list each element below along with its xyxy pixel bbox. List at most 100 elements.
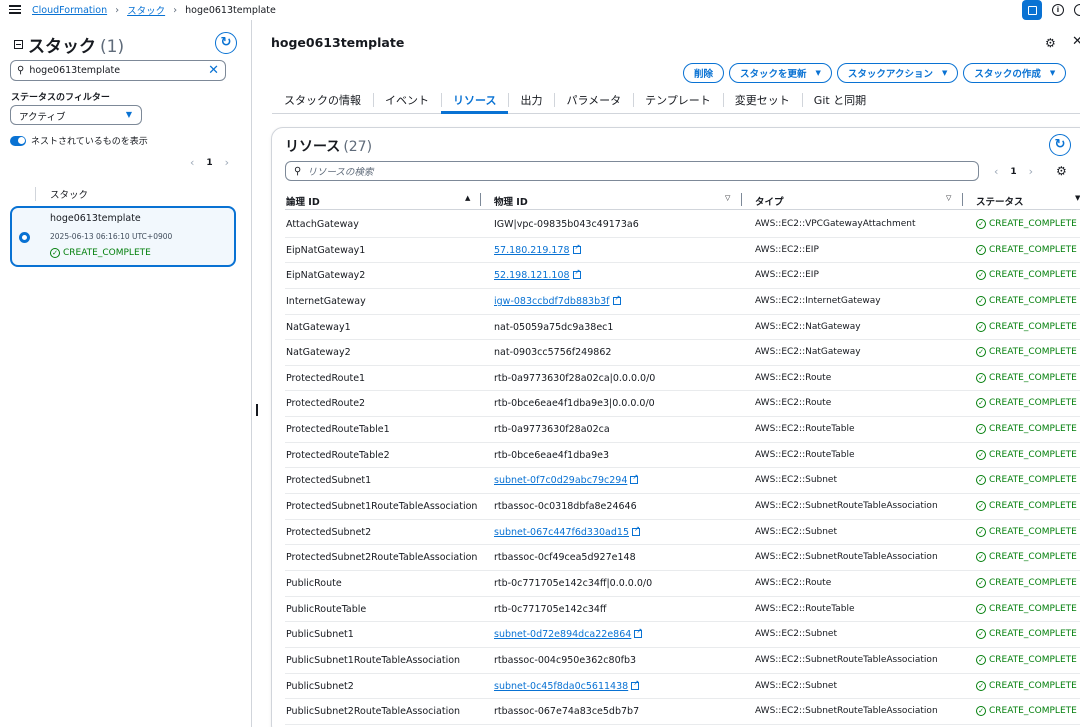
- status-text: CREATE_COMPLETE: [989, 526, 1077, 537]
- tab-4[interactable]: パラメータ: [554, 88, 633, 113]
- physical-id-cell[interactable]: subnet-067c447f6d330ad15: [494, 525, 640, 538]
- clear-search-icon[interactable]: ✕: [208, 63, 219, 78]
- next-page-icon[interactable]: ›: [1029, 165, 1033, 178]
- split-panel-icon[interactable]: [1022, 0, 1042, 20]
- status-text: CREATE_COMPLETE: [989, 449, 1077, 460]
- gear-icon[interactable]: ⚙: [1045, 36, 1056, 50]
- column-physical-id[interactable]: 物理 ID: [494, 194, 528, 208]
- stack-search-input[interactable]: ⚲ hoge0613template ✕: [10, 60, 226, 81]
- physical-id-link[interactable]: subnet-067c447f6d330ad15: [494, 527, 629, 538]
- stack-search-value[interactable]: hoge0613template: [29, 65, 208, 76]
- nested-toggle[interactable]: [10, 135, 26, 146]
- stack-actions-button[interactable]: スタックアクション ▼: [836, 63, 959, 83]
- physical-id-cell: rtb-0bce6eae4f1dba9e3|0.0.0.0/0: [494, 398, 655, 409]
- check-circle-icon: ✓: [976, 398, 986, 409]
- type-cell: AWS::EC2::SubnetRouteTableAssociation: [755, 654, 938, 665]
- physical-id-link[interactable]: subnet-0c45f8da0c5611438: [494, 681, 628, 692]
- column-divider: [741, 193, 742, 206]
- stack-name: hoge0613template: [50, 213, 141, 224]
- physical-id-cell[interactable]: subnet-0f7c0d29abc79c294: [494, 473, 639, 486]
- resource-search-input[interactable]: ⚲ リソースの検索: [285, 161, 979, 181]
- status-cell: ✓ CREATE_COMPLETE: [976, 577, 1077, 588]
- panel-resize-handle[interactable]: [256, 404, 258, 416]
- physical-id-cell[interactable]: subnet-0d72e894dca22e864: [494, 627, 643, 640]
- tab-1[interactable]: イベント: [373, 88, 441, 113]
- external-link-icon[interactable]: [634, 627, 643, 639]
- tab-2[interactable]: リソース: [441, 88, 509, 114]
- page-number[interactable]: 1: [206, 158, 212, 168]
- table-row: PublicRoute rtb-0c771705e142c34ff|0.0.0.0…: [285, 571, 1080, 597]
- menu-icon[interactable]: [9, 3, 21, 15]
- physical-id-cell[interactable]: igw-083ccbdf7db883b3f: [494, 294, 621, 307]
- physical-id-text: rtb-0bce6eae4f1dba9e3|0.0.0.0/0: [494, 398, 655, 410]
- column-status[interactable]: ステータス: [976, 194, 1024, 208]
- external-link-icon[interactable]: [572, 243, 581, 254]
- sort-icon[interactable]: ▽: [946, 194, 951, 202]
- tab-7[interactable]: Git と同期: [801, 88, 878, 113]
- physical-id-cell[interactable]: 57.180.219.178: [494, 243, 581, 256]
- status-text: CREATE_COMPLETE: [989, 603, 1077, 614]
- column-type[interactable]: タイプ: [755, 194, 784, 208]
- physical-id-link[interactable]: 52.198.121.108: [494, 270, 570, 281]
- column-logical-id[interactable]: 論理 ID: [286, 194, 320, 208]
- stack-status-text: CREATE_COMPLETE: [63, 248, 151, 258]
- physical-id-cell: rtbassoc-004c950e362c80fb3: [494, 655, 636, 666]
- table-row: ProtectedRouteTable1 rtb-0a9773630f28a02c…: [285, 417, 1080, 443]
- breadcrumb-stacks[interactable]: スタック: [127, 3, 165, 17]
- page-number[interactable]: 1: [1010, 167, 1016, 177]
- external-link-icon[interactable]: [572, 268, 581, 280]
- stack-card[interactable]: hoge0613template 2025-06-13 06:16:10 UTC…: [10, 206, 236, 267]
- refresh-stacks-button[interactable]: ↻: [215, 32, 237, 54]
- tab-3[interactable]: 出力: [508, 88, 554, 113]
- type-cell: AWS::EC2::Subnet: [755, 526, 838, 537]
- update-stack-button[interactable]: スタックを更新 ▼: [729, 63, 832, 83]
- physical-id-text: rtbassoc-0cf49cea5d927e148: [494, 552, 636, 564]
- physical-id-cell: IGW|vpc-09835b043c49173a6: [494, 219, 639, 230]
- physical-id-cell[interactable]: 52.198.121.108: [494, 268, 581, 281]
- tab-0[interactable]: スタックの情報: [272, 88, 373, 113]
- caret-down-icon: ▼: [1049, 69, 1056, 77]
- sort-icon[interactable]: ▼: [1075, 194, 1080, 202]
- check-circle-icon: ✓: [976, 577, 986, 588]
- external-link-icon[interactable]: [632, 525, 640, 536]
- info-icon[interactable]: i: [1052, 4, 1064, 16]
- check-circle-icon: ✓: [976, 706, 986, 717]
- external-link-icon[interactable]: [612, 294, 621, 305]
- collapse-icon[interactable]: [14, 40, 23, 49]
- status-filter-label: ステータスのフィルター: [11, 93, 110, 103]
- status-text: CREATE_COMPLETE: [989, 424, 1077, 435]
- physical-id-link[interactable]: igw-083ccbdf7db883b3f: [494, 296, 610, 307]
- external-link-icon[interactable]: [631, 679, 640, 690]
- external-link-icon[interactable]: [630, 473, 639, 485]
- tab-5[interactable]: テンプレート: [633, 88, 723, 113]
- prev-page-icon[interactable]: ‹: [994, 165, 998, 178]
- table-settings-icon[interactable]: ⚙: [1056, 164, 1067, 178]
- prev-page-icon[interactable]: ‹: [190, 156, 194, 169]
- physical-id-link[interactable]: subnet-0d72e894dca22e864: [494, 629, 631, 640]
- logical-id-cell: EipNatGateway1: [286, 244, 366, 256]
- nested-toggle-row: ネストされているものを表示: [10, 134, 148, 147]
- breadcrumb-cloudformation[interactable]: CloudFormation: [32, 5, 107, 16]
- tab-6[interactable]: 変更セット: [722, 88, 802, 113]
- physical-id-link[interactable]: subnet-0f7c0d29abc79c294: [494, 475, 627, 486]
- physical-id-cell[interactable]: subnet-0c45f8da0c5611438: [494, 679, 640, 692]
- status-cell: ✓ CREATE_COMPLETE: [976, 629, 1077, 640]
- delete-button[interactable]: 削除: [683, 63, 725, 83]
- sort-icon[interactable]: ▽: [725, 194, 730, 202]
- physical-id-link[interactable]: 57.180.219.178: [494, 245, 570, 256]
- status-text: CREATE_COMPLETE: [989, 398, 1077, 409]
- sort-asc-icon[interactable]: ▲: [465, 194, 470, 202]
- settings-icon[interactable]: [1074, 4, 1080, 16]
- table-row: PublicRouteTable rtb-0c771705e142c34ff AWS…: [285, 597, 1080, 623]
- status-filter-select[interactable]: アクティブ ▼: [10, 105, 142, 125]
- top-bar: CloudFormation › スタック › hoge0613template…: [0, 0, 1080, 20]
- create-stack-button[interactable]: スタックの作成 ▼: [963, 63, 1067, 83]
- refresh-resources-button[interactable]: ↻: [1049, 134, 1071, 156]
- table-row: NatGateway2 nat-0903cc5756f249862 AWS::EC2…: [285, 340, 1080, 366]
- status-cell: ✓ CREATE_COMPLETE: [976, 603, 1077, 614]
- next-page-icon[interactable]: ›: [225, 156, 229, 169]
- stack-radio[interactable]: [19, 232, 30, 243]
- table-row: ProtectedSubnet2 subnet-067c447f6d330ad15…: [285, 520, 1080, 546]
- close-icon[interactable]: ✕: [1072, 34, 1080, 49]
- status-filter-value: アクティブ: [19, 112, 66, 123]
